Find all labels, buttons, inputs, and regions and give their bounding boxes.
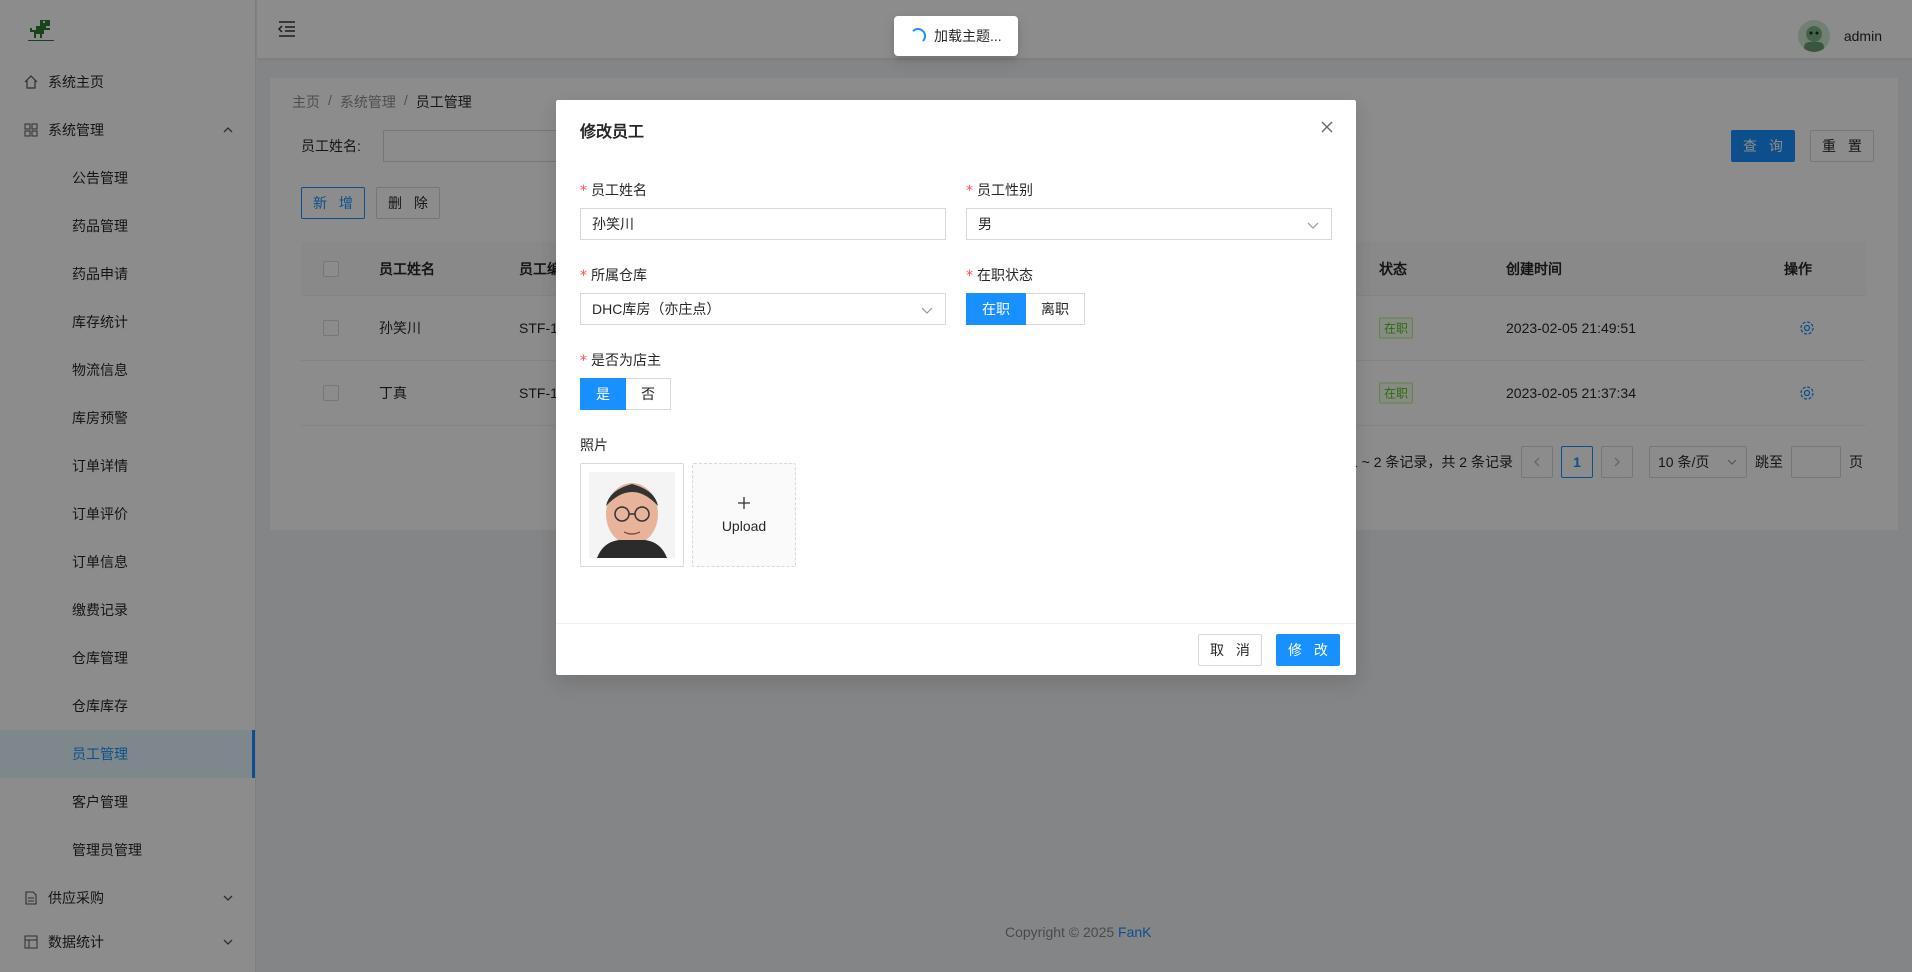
name-label: * 员工姓名 [580, 180, 647, 200]
photo-label: 照片 [580, 437, 608, 453]
warehouse-label-text: 所属仓库 [591, 267, 647, 283]
name-field[interactable]: 孙笑川 [580, 208, 946, 240]
chevron-down-icon [1307, 222, 1319, 229]
warehouse-label: * 所属仓库 [580, 265, 647, 285]
required-mark: * [580, 268, 587, 284]
edit-employee-modal: 修改员工 * 员工姓名 孙笑川 * 员工性别 男 * 所属仓库 DHC库房（亦庄点） … [556, 100, 1356, 675]
required-mark: * [580, 183, 587, 199]
owner-label: * 是否为店主 [580, 350, 661, 370]
employee-photo [589, 472, 675, 558]
gender-select[interactable]: 男 [966, 208, 1332, 240]
status-label-text: 在职状态 [977, 267, 1033, 283]
status-label: * 在职状态 [966, 265, 1033, 285]
close-icon[interactable] [1318, 118, 1336, 136]
gender-label: * 员工性别 [966, 180, 1033, 200]
chevron-down-icon [921, 307, 933, 314]
gender-label-text: 员工性别 [977, 182, 1033, 198]
owner-yes-radio[interactable]: 是 [580, 378, 626, 410]
name-field-value: 孙笑川 [592, 216, 634, 232]
owner-no-radio[interactable]: 否 [626, 378, 671, 410]
warehouse-select-value: DHC库房（亦庄点） [592, 301, 721, 317]
owner-radio-group: 是 否 [580, 378, 671, 410]
status-radio-group: 在职 离职 [966, 293, 1085, 325]
photo-thumbnail[interactable] [580, 463, 684, 567]
modal-title: 修改员工 [580, 124, 645, 141]
status-resigned-radio[interactable]: 离职 [1026, 293, 1085, 325]
required-mark: * [580, 353, 587, 369]
required-mark: * [966, 268, 973, 284]
submit-button[interactable]: 修 改 [1276, 634, 1340, 666]
gender-select-value: 男 [978, 216, 992, 232]
loading-message: 加载主题... [894, 16, 1018, 56]
warehouse-select[interactable]: DHC库房（亦庄点） [580, 293, 946, 325]
plus-icon [738, 497, 750, 509]
loading-spinner-icon [910, 28, 926, 44]
status-employed-radio[interactable]: 在职 [966, 293, 1026, 325]
modal-footer: 取 消 修 改 [556, 623, 1356, 675]
loading-text: 加载主题... [934, 28, 1002, 44]
cancel-button[interactable]: 取 消 [1198, 634, 1262, 666]
upload-label: Upload [721, 518, 767, 534]
upload-button[interactable]: Upload [692, 463, 796, 567]
required-mark: * [966, 183, 973, 199]
name-label-text: 员工姓名 [591, 182, 647, 198]
owner-label-text: 是否为店主 [591, 352, 661, 368]
